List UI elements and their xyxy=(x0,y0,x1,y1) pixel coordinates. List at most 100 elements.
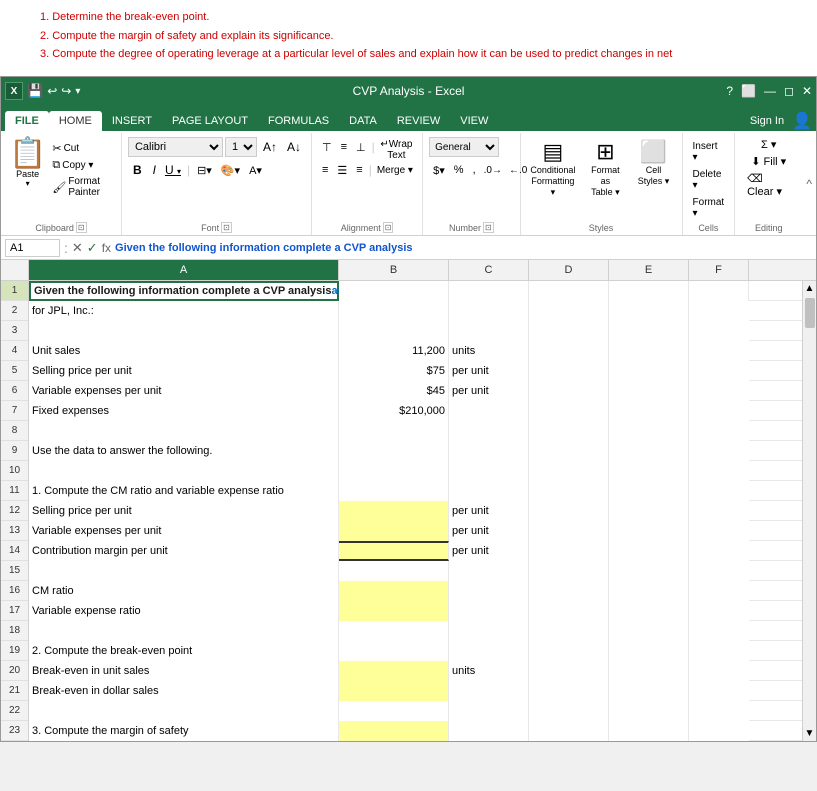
tab-view[interactable]: VIEW xyxy=(450,111,498,131)
cell-f21[interactable] xyxy=(689,681,749,701)
row-header-3[interactable]: 3 xyxy=(1,321,28,341)
cell-b15[interactable] xyxy=(339,561,449,581)
cell-a8[interactable] xyxy=(29,421,339,441)
col-header-b[interactable]: B xyxy=(339,260,449,280)
cell-d10[interactable] xyxy=(529,461,609,481)
cell-d7[interactable] xyxy=(529,401,609,421)
cell-f16[interactable] xyxy=(689,581,749,601)
fill-color-button[interactable]: 🎨▾ xyxy=(217,160,244,180)
tab-review[interactable]: REVIEW xyxy=(387,111,450,131)
cell-e15[interactable] xyxy=(609,561,689,581)
cell-f6[interactable] xyxy=(689,381,749,401)
cell-b4[interactable]: 11,200 xyxy=(339,341,449,361)
cell-f10[interactable] xyxy=(689,461,749,481)
cell-b6[interactable]: $45 xyxy=(339,381,449,401)
row-header-15[interactable]: 15 xyxy=(1,561,28,581)
row-header-20[interactable]: 20 xyxy=(1,661,28,681)
row-header-12[interactable]: 12 xyxy=(1,501,28,521)
insert-function-icon[interactable]: fx xyxy=(102,241,111,255)
cell-e8[interactable] xyxy=(609,421,689,441)
cell-d5[interactable] xyxy=(529,361,609,381)
cell-a11[interactable]: 1. Compute the CM ratio and variable exp… xyxy=(29,481,339,501)
redo-button[interactable]: ↪ xyxy=(61,84,71,98)
cell-b1[interactable] xyxy=(339,281,449,301)
conditional-formatting-button[interactable]: ▤ ConditionalFormatting ▾ xyxy=(527,137,580,199)
save-button[interactable]: 💾 xyxy=(27,83,43,99)
cell-d4[interactable] xyxy=(529,341,609,361)
cell-e11[interactable] xyxy=(609,481,689,501)
tab-data[interactable]: DATA xyxy=(339,111,387,131)
maximize-button[interactable]: ◻ xyxy=(784,84,794,98)
row-header-18[interactable]: 18 xyxy=(1,621,28,641)
cell-e21[interactable] xyxy=(609,681,689,701)
cell-a20[interactable]: Break-even in unit sales xyxy=(29,661,339,681)
decrease-font-button[interactable]: A↓ xyxy=(283,137,305,157)
number-format-select[interactable]: General xyxy=(429,137,499,157)
cell-d2[interactable] xyxy=(529,301,609,321)
cell-b17[interactable] xyxy=(339,601,449,621)
cell-d23[interactable] xyxy=(529,721,609,741)
cell-b21[interactable] xyxy=(339,681,449,701)
cell-c6[interactable]: per unit xyxy=(449,381,529,401)
tab-file[interactable]: FILE xyxy=(5,111,49,131)
cell-b14[interactable] xyxy=(339,541,449,561)
cell-f9[interactable] xyxy=(689,441,749,461)
col-header-a[interactable]: A xyxy=(29,260,339,280)
cell-a3[interactable] xyxy=(29,321,339,341)
cell-b9[interactable] xyxy=(339,441,449,461)
cell-e17[interactable] xyxy=(609,601,689,621)
cell-b3[interactable] xyxy=(339,321,449,341)
row-header-17[interactable]: 17 xyxy=(1,601,28,621)
cell-styles-button[interactable]: ⬜ CellStyles ▾ xyxy=(632,137,676,189)
cell-e5[interactable] xyxy=(609,361,689,381)
cell-d9[interactable] xyxy=(529,441,609,461)
cell-f7[interactable] xyxy=(689,401,749,421)
cell-c21[interactable] xyxy=(449,681,529,701)
cell-d21[interactable] xyxy=(529,681,609,701)
cell-c12[interactable]: per unit xyxy=(449,501,529,521)
cell-c22[interactable] xyxy=(449,701,529,721)
ribbon-expand-button[interactable]: ^ xyxy=(806,177,812,191)
cell-a1[interactable]: Given the following information complete… xyxy=(29,281,339,301)
clear-button[interactable]: ⌫ Clear ▾ xyxy=(743,171,794,199)
insert-cells-button[interactable]: Insert ▾ xyxy=(689,139,729,165)
format-cells-button[interactable]: Format ▾ xyxy=(689,195,729,221)
undo-button[interactable]: ↩ xyxy=(47,84,57,98)
cell-c10[interactable] xyxy=(449,461,529,481)
center-align-button[interactable]: ☰ xyxy=(333,160,351,180)
left-align-button[interactable]: ≡ xyxy=(318,160,332,180)
percent-button[interactable]: % xyxy=(450,160,468,180)
cell-b8[interactable] xyxy=(339,421,449,441)
tab-formulas[interactable]: FORMULAS xyxy=(258,111,339,131)
name-box[interactable] xyxy=(5,239,60,257)
row-header-1[interactable]: 1 xyxy=(1,281,28,301)
cell-d1[interactable] xyxy=(529,281,609,301)
cell-a10[interactable] xyxy=(29,461,339,481)
alignment-expand-icon[interactable]: ⊡ xyxy=(383,222,394,233)
cut-button[interactable]: ✂ Cut xyxy=(50,141,115,156)
confirm-formula-icon[interactable]: ✓ xyxy=(87,240,98,256)
cell-f17[interactable] xyxy=(689,601,749,621)
bold-button[interactable]: B xyxy=(128,160,147,180)
row-header-7[interactable]: 7 xyxy=(1,401,28,421)
cell-b10[interactable] xyxy=(339,461,449,481)
cell-f22[interactable] xyxy=(689,701,749,721)
cell-c9[interactable] xyxy=(449,441,529,461)
row-header-22[interactable]: 22 xyxy=(1,701,28,721)
font-name-select[interactable]: Calibri xyxy=(128,137,223,157)
cell-c5[interactable]: per unit xyxy=(449,361,529,381)
cell-d6[interactable] xyxy=(529,381,609,401)
cell-e10[interactable] xyxy=(609,461,689,481)
cell-d11[interactable] xyxy=(529,481,609,501)
cell-a12[interactable]: Selling price per unit xyxy=(29,501,339,521)
cell-a15[interactable] xyxy=(29,561,339,581)
help-button[interactable]: ? xyxy=(726,84,733,98)
delete-cells-button[interactable]: Delete ▾ xyxy=(689,167,729,193)
cell-b2[interactable] xyxy=(339,301,449,321)
cell-f8[interactable] xyxy=(689,421,749,441)
cell-e14[interactable] xyxy=(609,541,689,561)
cell-a17[interactable]: Variable expense ratio xyxy=(29,601,339,621)
cell-a9[interactable]: Use the data to answer the following. xyxy=(29,441,339,461)
row-header-6[interactable]: 6 xyxy=(1,381,28,401)
customize-qat[interactable]: ▾ xyxy=(75,86,80,97)
